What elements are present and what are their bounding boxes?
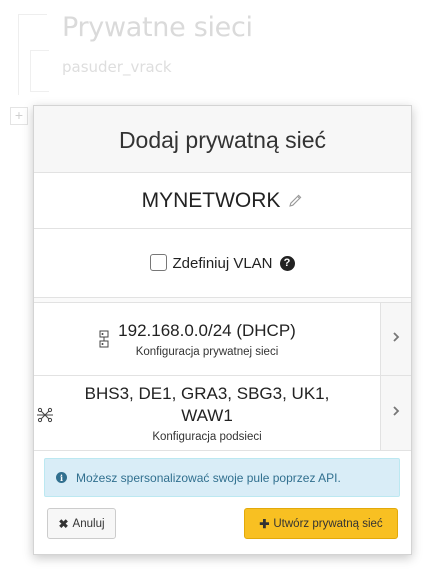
create-private-network-button[interactable]: ✚ Utwórz prywatną sieć <box>244 508 398 539</box>
private-network-config: 192.168.0.0/24 (DHCP) Konfiguracja prywa… <box>34 303 380 375</box>
add-private-network-modal: Dodaj prywatną sieć MYNETWORK Zdefiniuj … <box>33 105 412 555</box>
modal-header: Dodaj prywatną sieć <box>34 106 411 173</box>
private-network-open-button[interactable] <box>380 303 411 375</box>
background-plus-icon: + <box>10 107 28 125</box>
info-text: Możesz spersonalizować swoje pule poprze… <box>76 470 341 485</box>
api-info-alert: i Możesz spersonalizować swoje pule popr… <box>44 458 400 497</box>
subnet-regions-line2: WAW1 <box>181 406 233 425</box>
chevron-right-icon <box>392 404 400 422</box>
background-page-subtitle: pasuder_vrack <box>62 58 172 76</box>
network-name: MYNETWORK <box>141 188 281 212</box>
private-network-caption: Konfiguracja prywatnej sieci <box>135 346 279 358</box>
create-button-label: Utwórz prywatną sieć <box>273 517 383 530</box>
private-network-range: 192.168.0.0/24 (DHCP) <box>118 321 296 340</box>
plus-icon: ✚ <box>259 516 270 531</box>
close-icon: ✖ <box>58 516 69 531</box>
subnet-caption: Konfiguracja podsieci <box>152 431 262 443</box>
cancel-button-label: Anuluj <box>72 517 105 530</box>
info-icon: i <box>56 472 67 483</box>
vlan-checkbox[interactable] <box>150 254 168 271</box>
background-page-title: Prywatne sieci <box>62 12 253 43</box>
cancel-button[interactable]: ✖ Anuluj <box>47 508 116 539</box>
subnet-regions-line1: BHS3, DE1, GRA3, SBG3, UK1, <box>84 384 330 403</box>
help-icon[interactable]: ? <box>279 255 295 271</box>
network-name-row: MYNETWORK <box>34 173 411 229</box>
modal-title: Dodaj prywatną sieć <box>118 126 327 153</box>
vlan-row: Zdefiniuj VLAN ? <box>34 229 411 298</box>
subnet-config: BHS3, DE1, GRA3, SBG3, UK1, WAW1 Konfigu… <box>34 376 380 450</box>
subnet-config-row[interactable]: BHS3, DE1, GRA3, SBG3, UK1, WAW1 Konfigu… <box>34 375 411 451</box>
background-frame-inner <box>30 50 49 92</box>
subnet-open-button[interactable] <box>380 376 411 450</box>
vlan-label[interactable]: Zdefiniuj VLAN <box>172 255 272 272</box>
chevron-right-icon <box>392 330 400 348</box>
pencil-icon[interactable] <box>288 193 303 208</box>
private-network-config-row[interactable]: 192.168.0.0/24 (DHCP) Konfiguracja prywa… <box>34 302 411 376</box>
